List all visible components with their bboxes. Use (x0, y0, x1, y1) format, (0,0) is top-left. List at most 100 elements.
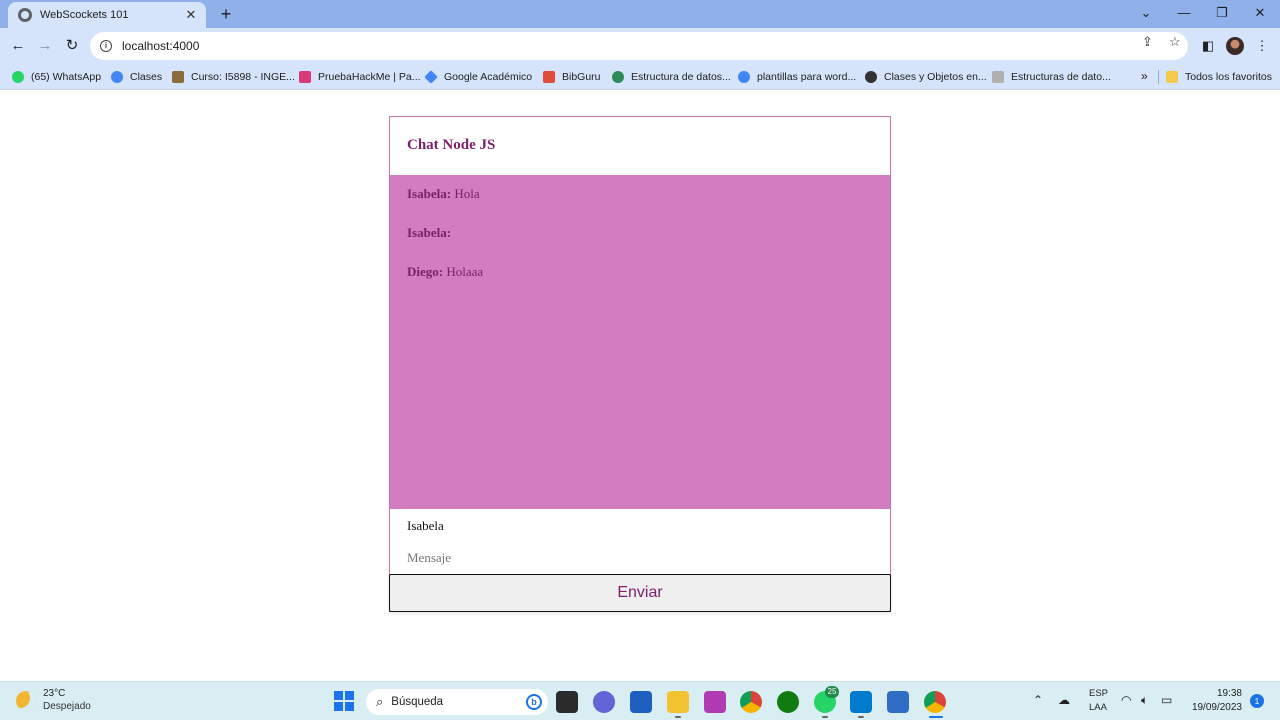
taskbar-search[interactable]: ⌕ Búsqueda b (366, 689, 548, 715)
start-tile (334, 702, 343, 711)
clock-date[interactable]: 19/09/2023 (1186, 702, 1242, 713)
start-tile (345, 702, 354, 711)
menu-icon[interactable]: ⋮ (1253, 37, 1271, 55)
username-input[interactable] (390, 509, 890, 542)
message-user: Isabela: (407, 186, 452, 201)
folder-icon (1166, 71, 1178, 83)
cloud-icon (299, 71, 311, 83)
chat-output[interactable]: Isabela: Hola Isabela: Diego: Holaaa (390, 175, 890, 509)
bookmark-item[interactable]: Curso: I5898 - INGE... (172, 69, 295, 85)
whatsapp-badge: 25 (825, 686, 839, 698)
weather-temperature: 23°C (43, 688, 66, 699)
course-icon (172, 71, 184, 83)
google-icon (111, 71, 123, 83)
search-icon: ⌕ (376, 694, 384, 709)
wifi-icon[interactable]: ◠ (1121, 693, 1131, 707)
minimize-button[interactable]: — (1169, 4, 1199, 22)
taskbar: 23°C Despejado ⌕ Búsqueda b 25 ⌃ ☁ ESP L… (0, 681, 1280, 720)
globe-icon (612, 71, 624, 83)
address-bar[interactable]: i localhost:4000 (90, 32, 1188, 60)
chat-message: Isabela: (407, 224, 873, 263)
tab-title: WebScockets 101 (40, 9, 129, 21)
chrome-profile-icon[interactable] (924, 691, 946, 713)
chat-title: Chat Node JS (407, 137, 496, 153)
message-text: Holaaa (443, 264, 484, 279)
tab-close-icon[interactable]: ✕ (184, 7, 198, 23)
share-icon[interactable]: ⇪ (1142, 34, 1153, 50)
close-window-button[interactable]: ✕ (1245, 4, 1275, 22)
bookmarks-divider (1158, 70, 1159, 84)
reload-icon[interactable]: ↻ (63, 37, 81, 55)
tab-active[interactable]: WebScockets 101 ✕ (8, 2, 206, 28)
side-panel-icon[interactable]: ◧ (1199, 37, 1217, 55)
browser-window: WebScockets 101 ✕ + ⌄ — ❐ ✕ ← → ↻ i loca… (0, 0, 1280, 720)
message-text: Hola (451, 186, 480, 201)
forward-icon[interactable]: → (36, 37, 54, 55)
chat-message: Isabela: Hola (407, 185, 873, 224)
google-icon (738, 71, 750, 83)
active-indicator (929, 716, 943, 718)
browser-toolbar: ← → ↻ i localhost:4000 ⇪ ☆ ◧ ⋮ (0, 28, 1280, 64)
chrome-icon[interactable] (740, 691, 762, 713)
send-button[interactable]: Enviar (389, 574, 891, 612)
running-indicator (822, 716, 828, 718)
url-text: localhost:4000 (122, 39, 200, 53)
bookmarks-overflow-button[interactable]: » (1141, 69, 1148, 83)
all-bookmarks-folder[interactable]: Todos los favoritos (1166, 69, 1272, 85)
bookmark-item[interactable]: Estructura de datos... (612, 69, 731, 85)
notification-badge[interactable]: 1 (1250, 694, 1264, 708)
photos-icon[interactable] (704, 691, 726, 713)
terminal-icon[interactable] (556, 691, 578, 713)
message-user: Diego: (407, 264, 444, 279)
chevron-up-icon[interactable]: ⌃ (1033, 693, 1043, 707)
search-placeholder: Búsqueda (391, 696, 444, 708)
start-tile (345, 691, 354, 700)
avatar[interactable] (1226, 37, 1244, 55)
site-info-icon[interactable]: i (100, 40, 112, 52)
whatsapp-icon (12, 71, 24, 83)
page-icon (992, 71, 1004, 83)
scholar-icon (424, 70, 438, 84)
clock-time[interactable]: 19:38 (1206, 688, 1242, 699)
bookmark-star-icon[interactable]: ☆ (1169, 34, 1181, 50)
bing-icon[interactable]: b (526, 694, 542, 710)
chat-header: Chat Node JS (390, 117, 890, 175)
chat-container: Chat Node JS Isabela: Hola Isabela: Dieg… (389, 116, 891, 612)
bookmark-item[interactable]: BibGuru (543, 69, 601, 85)
bookmark-item[interactable]: Clases (111, 69, 162, 85)
back-icon[interactable]: ← (9, 37, 27, 55)
message-user: Isabela: (407, 225, 452, 240)
powershell-icon[interactable] (887, 691, 909, 713)
message-input[interactable] (390, 542, 890, 574)
vscode-icon[interactable] (850, 691, 872, 713)
tab-search-icon[interactable]: ⌄ (1131, 4, 1161, 22)
battery-icon[interactable]: ▭ (1161, 693, 1172, 707)
store-icon[interactable] (630, 691, 652, 713)
bibguru-icon (543, 71, 555, 83)
running-indicator (675, 716, 681, 718)
site-icon (865, 71, 877, 83)
bookmark-item[interactable]: Google Académico (424, 69, 532, 85)
bookmark-item[interactable]: Clases y Objetos en... (865, 69, 987, 85)
volume-icon[interactable]: 🔈︎ (1141, 693, 1148, 708)
maximize-button[interactable]: ❐ (1207, 4, 1237, 22)
cloud-icon[interactable]: ☁ (1058, 693, 1070, 707)
xbox-icon[interactable] (777, 691, 799, 713)
language-secondary[interactable]: LAA (1089, 702, 1107, 713)
start-tile (334, 691, 343, 700)
bookmark-item[interactable]: PruebaHackMe | Pa... (299, 69, 421, 85)
language-primary[interactable]: ESP (1089, 688, 1108, 699)
bookmark-item[interactable]: Estructuras de dato... (992, 69, 1111, 85)
file-explorer-icon[interactable] (667, 691, 689, 713)
page-content: Chat Node JS Isabela: Hola Isabela: Dieg… (0, 91, 1280, 681)
globe-icon (18, 8, 32, 22)
running-indicator (858, 716, 864, 718)
moon-weather-icon[interactable] (16, 691, 36, 711)
bookmark-item[interactable]: plantillas para word... (738, 69, 856, 85)
bookmarks-bar: (65) WhatsApp Clases Curso: I5898 - INGE… (0, 64, 1280, 90)
start-button[interactable] (334, 691, 354, 711)
new-tab-button[interactable]: + (216, 4, 236, 24)
chat-message: Diego: Holaaa (407, 263, 873, 302)
bookmark-item[interactable]: (65) WhatsApp (12, 69, 101, 85)
chat-app-icon[interactable] (593, 691, 615, 713)
